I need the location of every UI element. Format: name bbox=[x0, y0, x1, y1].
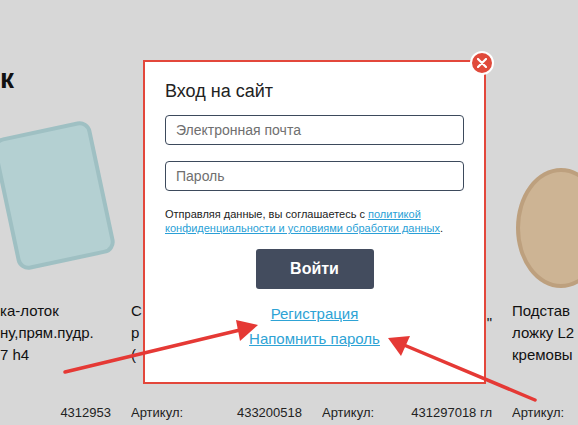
password-input[interactable] bbox=[165, 161, 464, 191]
article-label: Артикул: bbox=[512, 405, 564, 421]
product-title-line: ка-лоток bbox=[0, 300, 111, 322]
product-article-row: Артикул: 433200518 bbox=[131, 405, 302, 425]
product-title-line: " bbox=[487, 312, 492, 334]
product-image[interactable] bbox=[516, 168, 578, 288]
consent-text: Отправляя данные, вы соглашаетесь с поли… bbox=[165, 207, 455, 235]
product-image[interactable] bbox=[0, 119, 117, 272]
close-icon bbox=[477, 58, 487, 68]
product-article-row: Артикул: bbox=[512, 405, 558, 425]
product-image-area bbox=[0, 110, 111, 300]
product-title-line: 7 h4 bbox=[0, 344, 111, 366]
product-card[interactable]: ка-лотокну,прям.пудр.7 h4 4312953 bbox=[0, 110, 131, 425]
product-title-line: ну,прям.пудр. bbox=[0, 322, 111, 344]
email-input[interactable] bbox=[165, 115, 464, 145]
article-label: Артикул: bbox=[322, 405, 374, 421]
page: кка-лотокну,прям.пудр.7 h44312953Ср(Арти… bbox=[0, 0, 578, 425]
product-title-line: ложку L2 bbox=[512, 322, 558, 344]
product-card[interactable]: Подставложку L2кремовы Артикул: bbox=[512, 110, 578, 425]
privacy-policy-link[interactable]: политикой конфиденциальности и условиями… bbox=[165, 208, 440, 234]
product-title-line: Подстав bbox=[512, 300, 558, 322]
article-number: 431297018 гл bbox=[411, 405, 492, 421]
login-button[interactable]: Войти bbox=[256, 249, 374, 289]
modal-title: Вход на сайт bbox=[165, 80, 464, 102]
close-button[interactable] bbox=[470, 51, 494, 75]
modal-links: Регистрация Напомнить пароль bbox=[165, 306, 464, 347]
product-title[interactable]: ка-лотокну,прям.пудр.7 h4 bbox=[0, 300, 111, 366]
modal-link[interactable]: Напомнить пароль bbox=[249, 331, 380, 347]
article-number: 4312953 bbox=[60, 405, 111, 421]
product-title-line: кремовы bbox=[512, 344, 558, 366]
article-number: 433200518 bbox=[237, 405, 302, 421]
annotation-arrows-icon bbox=[0, 0, 578, 425]
submit-row: Войти bbox=[165, 249, 464, 289]
login-modal: Вход на сайт Отправляя данные, вы соглаша… bbox=[143, 60, 486, 384]
product-article-row: Артикул: 431297018 гл bbox=[322, 405, 492, 425]
form-fields bbox=[165, 115, 464, 191]
product-article-row: 4312953 bbox=[0, 405, 111, 425]
product-image-area bbox=[512, 110, 558, 300]
article-label: Артикул: bbox=[131, 405, 183, 421]
modal-link[interactable]: Регистрация bbox=[271, 306, 359, 322]
product-title[interactable]: Подставложку L2кремовы bbox=[512, 300, 558, 366]
